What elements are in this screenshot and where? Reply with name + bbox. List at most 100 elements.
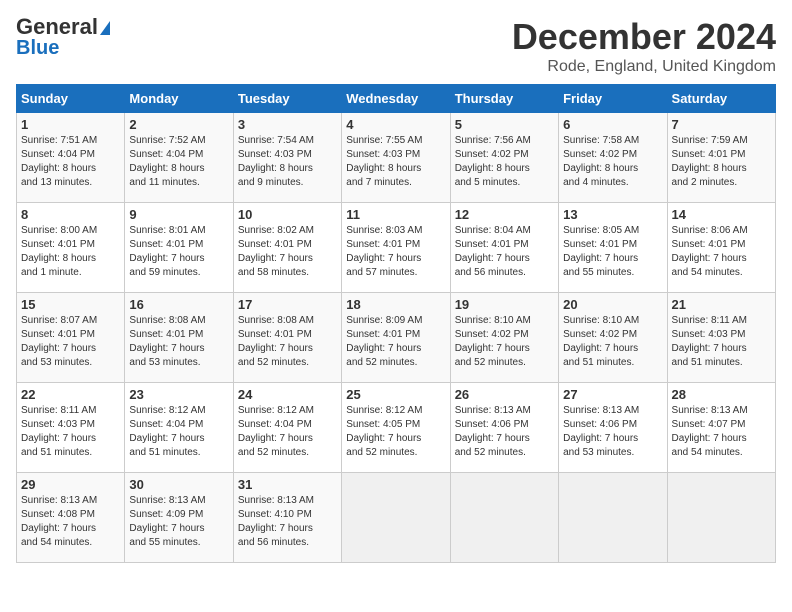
day-info: Sunrise: 8:12 AMSunset: 4:05 PMDaylight:… — [346, 404, 445, 460]
day-cell: 4Sunrise: 7:55 AMSunset: 4:03 PMDaylight… — [342, 113, 450, 203]
col-saturday: Saturday — [667, 85, 775, 113]
day-number: 24 — [238, 387, 337, 402]
week-row-1: 8Sunrise: 8:00 AMSunset: 4:01 PMDaylight… — [17, 203, 776, 293]
day-cell: 27 Sunrise: 8:13 AMSunset: 4:06 PMDayligh… — [559, 383, 667, 473]
page-header: General Blue December 2024 Rode, England… — [16, 16, 776, 76]
day-info: Sunrise: 7:55 AMSunset: 4:03 PMDaylight:… — [346, 134, 445, 190]
day-info: Sunrise: 8:13 AMSunset: 4:09 PMDaylight:… — [129, 494, 228, 550]
day-info: Sunrise: 8:08 AMSunset: 4:01 PMDaylight:… — [238, 314, 337, 370]
col-sunday: Sunday — [17, 85, 125, 113]
day-info: Sunrise: 8:01 AMSunset: 4:01 PMDaylight:… — [129, 224, 228, 280]
day-number: 29 — [21, 477, 120, 492]
day-cell: 5Sunrise: 7:56 AMSunset: 4:02 PMDaylight… — [450, 113, 558, 203]
day-info: Sunrise: 8:00 AMSunset: 4:01 PMDaylight:… — [21, 224, 120, 280]
col-monday: Monday — [125, 85, 233, 113]
day-number: 30 — [129, 477, 228, 492]
day-number: 6 — [563, 117, 662, 132]
col-friday: Friday — [559, 85, 667, 113]
logo: General Blue — [16, 16, 110, 59]
day-cell: 12 Sunrise: 8:04 AMSunset: 4:01 PMDayligh… — [450, 203, 558, 293]
day-number: 21 — [672, 297, 771, 312]
day-cell: 11 Sunrise: 8:03 AMSunset: 4:01 PMDayligh… — [342, 203, 450, 293]
day-cell: 20 Sunrise: 8:10 AMSunset: 4:02 PMDayligh… — [559, 293, 667, 383]
week-row-2: 15 Sunrise: 8:07 AMSunset: 4:01 PMDayligh… — [17, 293, 776, 383]
day-info: Sunrise: 8:13 AMSunset: 4:08 PMDaylight:… — [21, 494, 120, 550]
day-cell: 30 Sunrise: 8:13 AMSunset: 4:09 PMDayligh… — [125, 473, 233, 563]
day-cell: 18Sunrise: 8:09 AMSunset: 4:01 PMDayligh… — [342, 293, 450, 383]
day-cell: 29 Sunrise: 8:13 AMSunset: 4:08 PMDayligh… — [17, 473, 125, 563]
week-row-3: 22 Sunrise: 8:11 AMSunset: 4:03 PMDayligh… — [17, 383, 776, 473]
day-info: Sunrise: 8:06 AMSunset: 4:01 PMDaylight:… — [672, 224, 771, 280]
day-number: 5 — [455, 117, 554, 132]
day-info: Sunrise: 8:13 AMSunset: 4:06 PMDaylight:… — [455, 404, 554, 460]
calendar-title: December 2024 — [512, 16, 776, 58]
col-thursday: Thursday — [450, 85, 558, 113]
day-cell: 8Sunrise: 8:00 AMSunset: 4:01 PMDaylight… — [17, 203, 125, 293]
day-number: 1 — [21, 117, 120, 132]
day-info: Sunrise: 8:05 AMSunset: 4:01 PMDaylight:… — [563, 224, 662, 280]
day-cell — [667, 473, 775, 563]
day-cell: 17 Sunrise: 8:08 AMSunset: 4:01 PMDayligh… — [233, 293, 341, 383]
day-info: Sunrise: 8:11 AMSunset: 4:03 PMDaylight:… — [21, 404, 120, 460]
day-number: 20 — [563, 297, 662, 312]
day-cell: 23Sunrise: 8:12 AMSunset: 4:04 PMDayligh… — [125, 383, 233, 473]
day-cell: 24 Sunrise: 8:12 AMSunset: 4:04 PMDayligh… — [233, 383, 341, 473]
day-cell: 22 Sunrise: 8:11 AMSunset: 4:03 PMDayligh… — [17, 383, 125, 473]
day-cell: 16Sunrise: 8:08 AMSunset: 4:01 PMDayligh… — [125, 293, 233, 383]
day-number: 26 — [455, 387, 554, 402]
day-cell: 7 Sunrise: 7:59 AMSunset: 4:01 PMDaylight… — [667, 113, 775, 203]
day-info: Sunrise: 8:11 AMSunset: 4:03 PMDaylight:… — [672, 314, 771, 370]
calendar-table: Sunday Monday Tuesday Wednesday Thursday… — [16, 84, 776, 563]
day-info: Sunrise: 8:04 AMSunset: 4:01 PMDaylight:… — [455, 224, 554, 280]
day-cell: 10Sunrise: 8:02 AMSunset: 4:01 PMDayligh… — [233, 203, 341, 293]
day-info: Sunrise: 8:13 AMSunset: 4:07 PMDaylight:… — [672, 404, 771, 460]
day-cell: 9 Sunrise: 8:01 AMSunset: 4:01 PMDaylight… — [125, 203, 233, 293]
day-cell: 1Sunrise: 7:51 AMSunset: 4:04 PMDaylight… — [17, 113, 125, 203]
day-number: 12 — [455, 207, 554, 222]
day-cell — [342, 473, 450, 563]
day-number: 10 — [238, 207, 337, 222]
day-info: Sunrise: 7:58 AMSunset: 4:02 PMDaylight:… — [563, 134, 662, 190]
col-wednesday: Wednesday — [342, 85, 450, 113]
day-cell: 2 Sunrise: 7:52 AMSunset: 4:04 PMDaylight… — [125, 113, 233, 203]
week-row-0: 1Sunrise: 7:51 AMSunset: 4:04 PMDaylight… — [17, 113, 776, 203]
day-info: Sunrise: 8:07 AMSunset: 4:01 PMDaylight:… — [21, 314, 120, 370]
day-number: 14 — [672, 207, 771, 222]
day-info: Sunrise: 8:13 AMSunset: 4:06 PMDaylight:… — [563, 404, 662, 460]
day-info: Sunrise: 8:09 AMSunset: 4:01 PMDaylight:… — [346, 314, 445, 370]
day-number: 25 — [346, 387, 445, 402]
logo-text: General — [16, 16, 110, 38]
day-cell: 14 Sunrise: 8:06 AMSunset: 4:01 PMDayligh… — [667, 203, 775, 293]
title-block: December 2024 Rode, England, United King… — [512, 16, 776, 76]
logo-blue: Blue — [16, 37, 59, 59]
day-info: Sunrise: 8:10 AMSunset: 4:02 PMDaylight:… — [455, 314, 554, 370]
day-number: 15 — [21, 297, 120, 312]
day-info: Sunrise: 8:12 AMSunset: 4:04 PMDaylight:… — [238, 404, 337, 460]
day-number: 27 — [563, 387, 662, 402]
day-number: 19 — [455, 297, 554, 312]
day-info: Sunrise: 7:52 AMSunset: 4:04 PMDaylight:… — [129, 134, 228, 190]
day-number: 22 — [21, 387, 120, 402]
day-cell — [450, 473, 558, 563]
day-info: Sunrise: 7:54 AMSunset: 4:03 PMDaylight:… — [238, 134, 337, 190]
day-number: 31 — [238, 477, 337, 492]
day-info: Sunrise: 8:13 AMSunset: 4:10 PMDaylight:… — [238, 494, 337, 550]
day-info: Sunrise: 8:10 AMSunset: 4:02 PMDaylight:… — [563, 314, 662, 370]
calendar-subtitle: Rode, England, United Kingdom — [512, 58, 776, 76]
day-cell: 19 Sunrise: 8:10 AMSunset: 4:02 PMDayligh… — [450, 293, 558, 383]
day-number: 2 — [129, 117, 228, 132]
day-cell: 15 Sunrise: 8:07 AMSunset: 4:01 PMDayligh… — [17, 293, 125, 383]
day-info: Sunrise: 7:59 AMSunset: 4:01 PMDaylight:… — [672, 134, 771, 190]
day-cell: 6 Sunrise: 7:58 AMSunset: 4:02 PMDaylight… — [559, 113, 667, 203]
day-number: 7 — [672, 117, 771, 132]
day-info: Sunrise: 8:03 AMSunset: 4:01 PMDaylight:… — [346, 224, 445, 280]
day-cell — [559, 473, 667, 563]
day-number: 17 — [238, 297, 337, 312]
day-number: 13 — [563, 207, 662, 222]
day-number: 11 — [346, 207, 445, 222]
day-number: 9 — [129, 207, 228, 222]
day-number: 23 — [129, 387, 228, 402]
header-row: Sunday Monday Tuesday Wednesday Thursday… — [17, 85, 776, 113]
day-cell: 25 Sunrise: 8:12 AMSunset: 4:05 PMDayligh… — [342, 383, 450, 473]
day-cell: 26 Sunrise: 8:13 AMSunset: 4:06 PMDayligh… — [450, 383, 558, 473]
